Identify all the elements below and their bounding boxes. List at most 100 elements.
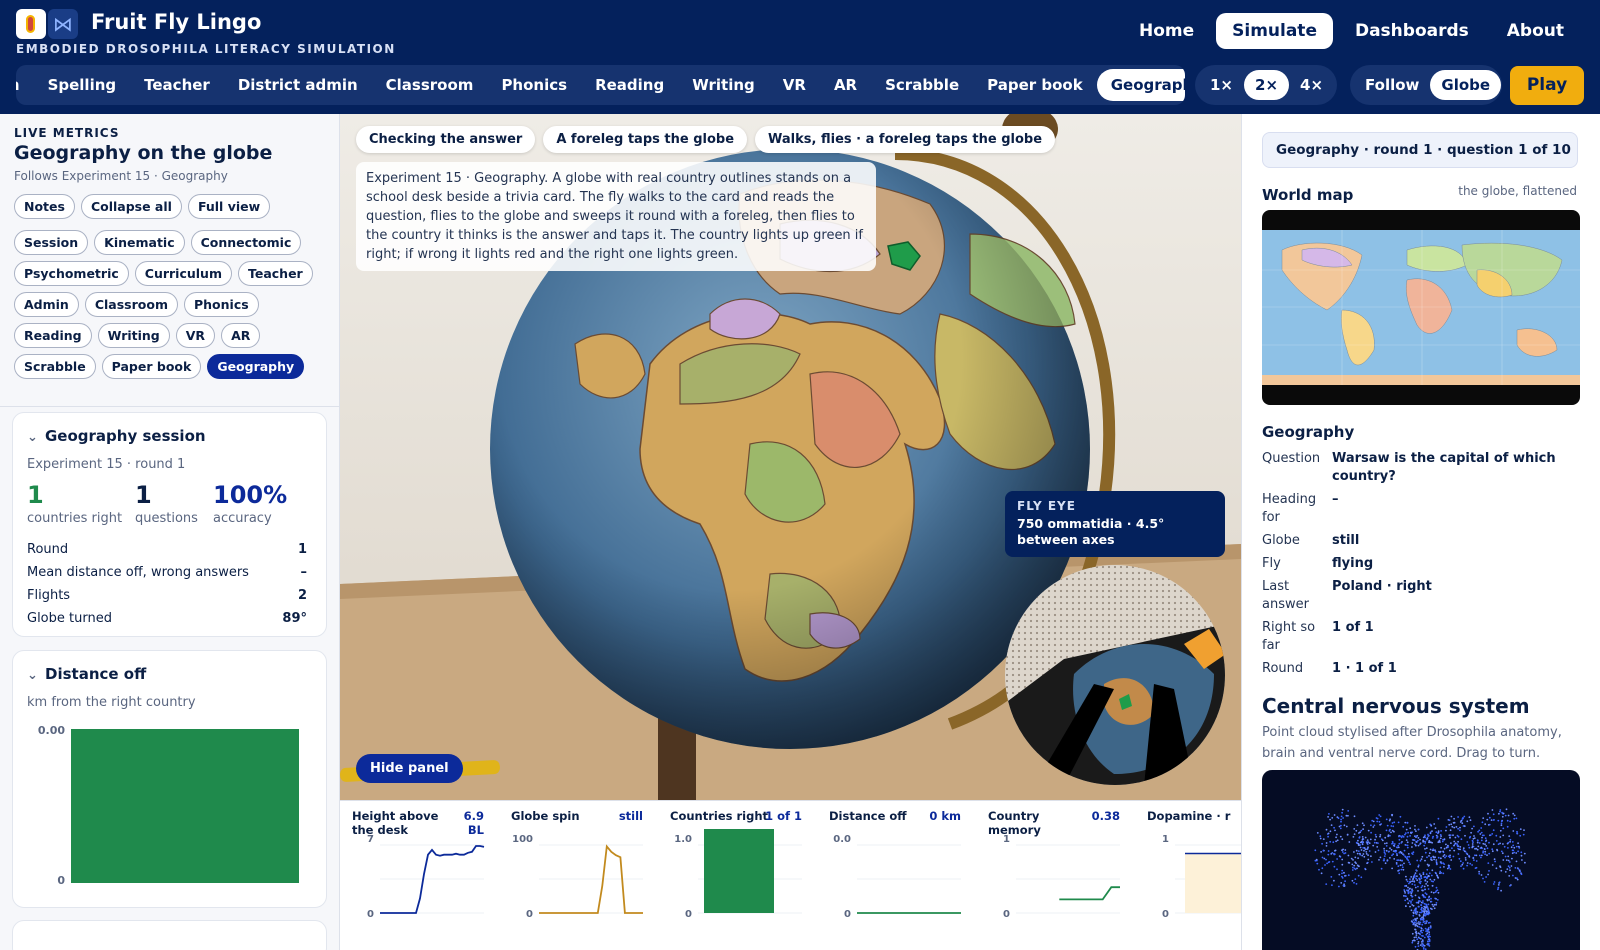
panel-chip-phonics[interactable]: Phonics bbox=[183, 292, 259, 317]
cns-point bbox=[1329, 830, 1332, 833]
panel-chip-curriculum[interactable]: Curriculum bbox=[134, 261, 232, 286]
cns-point bbox=[1334, 849, 1336, 852]
cns-point bbox=[1504, 814, 1507, 817]
view-chip-full-view[interactable]: Full view bbox=[187, 194, 271, 219]
cns-point bbox=[1343, 824, 1346, 827]
cns-point bbox=[1339, 835, 1342, 838]
panel-chip-geography[interactable]: Geography bbox=[207, 354, 305, 379]
cns-point bbox=[1424, 927, 1427, 930]
speed-2[interactable]: 2× bbox=[1244, 70, 1290, 100]
row-value: 2 bbox=[297, 588, 307, 603]
cns-point bbox=[1345, 814, 1348, 817]
nav-home[interactable]: Home bbox=[1123, 13, 1210, 49]
mode-classroom[interactable]: Classroom bbox=[372, 69, 488, 101]
panel-chip-classroom[interactable]: Classroom bbox=[84, 292, 178, 317]
panel-chip-teacher[interactable]: Teacher bbox=[237, 261, 313, 286]
panel-chip-scrabble[interactable]: Scrabble bbox=[14, 354, 96, 379]
distance-card-header[interactable]: ⌄ Distance off bbox=[27, 665, 146, 683]
cns-point bbox=[1460, 838, 1463, 841]
cns-point bbox=[1397, 846, 1400, 849]
cns-point bbox=[1398, 838, 1401, 841]
mode-paper-book[interactable]: Paper book bbox=[973, 69, 1097, 101]
camera-follow[interactable]: Follow bbox=[1354, 70, 1430, 100]
world-map[interactable] bbox=[1262, 210, 1580, 405]
play-button[interactable]: Play bbox=[1510, 66, 1584, 105]
cns-point bbox=[1336, 868, 1338, 871]
cns-point bbox=[1367, 858, 1370, 861]
cns-point bbox=[1406, 897, 1409, 900]
nav-about[interactable]: About bbox=[1491, 13, 1580, 49]
camera-globe[interactable]: Globe bbox=[1430, 70, 1502, 100]
mode-reading[interactable]: Reading bbox=[581, 69, 678, 101]
app-logo: ⋈ bbox=[16, 9, 79, 39]
cns-point bbox=[1425, 930, 1427, 933]
cns-point bbox=[1504, 855, 1507, 858]
mode-list: chSpellingTeacherDistrict adminClassroom… bbox=[16, 69, 1185, 101]
panel-chip-kinematic[interactable]: Kinematic bbox=[94, 230, 185, 255]
chevron-down-icon: ⌄ bbox=[27, 430, 38, 445]
panel-chip-connectomic[interactable]: Connectomic bbox=[190, 230, 302, 255]
cns-point bbox=[1355, 829, 1358, 832]
hide-panel-button[interactable]: Hide panel bbox=[356, 754, 463, 783]
nav-simulate[interactable]: Simulate bbox=[1216, 13, 1333, 49]
mode-phonics[interactable]: Phonics bbox=[487, 69, 581, 101]
cns-point bbox=[1429, 832, 1432, 835]
panel-chip-session[interactable]: Session bbox=[14, 230, 89, 255]
mode-district-admin[interactable]: District admin bbox=[224, 69, 372, 101]
cns-point bbox=[1347, 861, 1350, 864]
cns-point bbox=[1457, 827, 1459, 830]
simulation-viewport[interactable]: Checking the answer A foreleg taps the gl… bbox=[340, 114, 1241, 800]
mode-teacher[interactable]: Teacher bbox=[130, 69, 224, 101]
cns-point bbox=[1420, 858, 1423, 860]
cns-point bbox=[1470, 831, 1472, 834]
panel-chip-vr[interactable]: VR bbox=[175, 323, 216, 348]
cns-point bbox=[1336, 833, 1338, 836]
mode-scrabble[interactable]: Scrabble bbox=[871, 69, 973, 101]
cns-viewer[interactable] bbox=[1262, 770, 1580, 950]
panel-chip-reading[interactable]: Reading bbox=[14, 323, 92, 348]
cns-point bbox=[1442, 855, 1445, 858]
cns-point bbox=[1478, 870, 1480, 873]
cns-point bbox=[1321, 867, 1324, 870]
view-chip-notes[interactable]: Notes bbox=[14, 194, 75, 219]
mode-geography[interactable]: Geography bbox=[1096, 69, 1185, 101]
mode-spelling[interactable]: Spelling bbox=[34, 69, 131, 101]
cns-point bbox=[1412, 877, 1415, 880]
cns-point bbox=[1514, 877, 1517, 879]
stat-value: 100% bbox=[213, 481, 288, 509]
cns-point bbox=[1426, 868, 1429, 871]
cns-point bbox=[1427, 909, 1430, 912]
cns-point bbox=[1440, 830, 1442, 832]
cns-point bbox=[1459, 846, 1462, 848]
cns-point bbox=[1473, 859, 1475, 861]
session-stat: 1 countries right bbox=[27, 481, 122, 526]
cns-point bbox=[1508, 875, 1511, 877]
cns-point bbox=[1516, 832, 1519, 835]
spark-countries-right: Countries right 1 of 1 1.0 0 bbox=[658, 809, 808, 949]
cns-point bbox=[1385, 818, 1388, 821]
nav-dashboards[interactable]: Dashboards bbox=[1339, 13, 1485, 49]
speed-1[interactable]: 1× bbox=[1199, 70, 1244, 100]
speed-3[interactable]: 4× bbox=[1289, 70, 1334, 100]
cns-point bbox=[1458, 857, 1461, 860]
panel-chip-writing[interactable]: Writing bbox=[97, 323, 170, 348]
panel-chip-psychometric[interactable]: Psychometric bbox=[14, 261, 129, 286]
cns-point bbox=[1335, 836, 1337, 839]
cns-point bbox=[1492, 883, 1495, 885]
panel-chip-paper-book[interactable]: Paper book bbox=[101, 354, 202, 379]
mode-vr[interactable]: VR bbox=[769, 69, 820, 101]
experiment-mode-bar[interactable]: chSpellingTeacherDistrict adminClassroom… bbox=[16, 65, 1185, 105]
panel-chip-ar[interactable]: AR bbox=[221, 323, 261, 348]
session-card-header[interactable]: ⌄ Geography session bbox=[27, 427, 206, 445]
spark-chart: 0.00 bbox=[833, 834, 961, 920]
mode-ar[interactable]: AR bbox=[820, 69, 871, 101]
panel-chip-admin[interactable]: Admin bbox=[14, 292, 79, 317]
view-chip-collapse-all[interactable]: Collapse all bbox=[80, 194, 182, 219]
cns-point bbox=[1362, 853, 1365, 855]
distance-chart: 0.00 0 bbox=[38, 724, 299, 887]
mode-ch[interactable]: ch bbox=[16, 69, 34, 101]
spark-ymax: 1 bbox=[1162, 834, 1169, 845]
cns-point bbox=[1383, 850, 1386, 852]
cns-point bbox=[1409, 863, 1411, 866]
mode-writing[interactable]: Writing bbox=[678, 69, 769, 101]
